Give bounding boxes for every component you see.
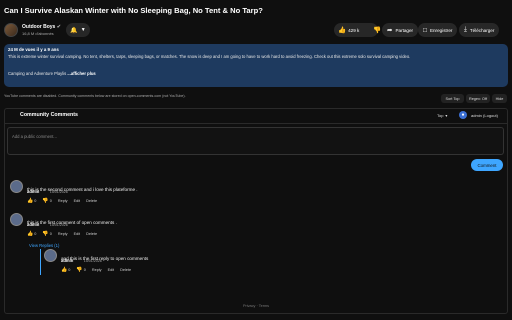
regex-toggle-button[interactable]: Regex: Off	[466, 94, 490, 103]
download-icon: ⤓	[464, 26, 467, 33]
save-label: Enregistrer	[429, 27, 453, 33]
reply-dislike-count: 0	[83, 268, 86, 272]
comment-actions: 👍 0 👎 0 Reply Edit Delete	[27, 198, 97, 204]
comment-dislike-count: 0	[49, 199, 52, 203]
share-icon: ➦	[387, 27, 393, 34]
bookmark-icon: □	[423, 26, 427, 34]
reply-actions: 👍 0 👎 0 Reply Edit Delete	[61, 267, 131, 273]
comment-edit-button[interactable]: Edit	[74, 199, 81, 203]
description-box[interactable]: 24 M de vues il y a 9 ans This is extrem…	[4, 44, 508, 87]
notification-bell-button[interactable]: 🔔 ▼	[66, 23, 90, 37]
thumbs-down-icon: 👎	[76, 267, 83, 273]
download-button[interactable]: ⤓ Télécharger	[459, 23, 500, 37]
comments-disabled-notice: YouTube comments are disabled. Community…	[4, 94, 186, 98]
download-label: Télécharger	[469, 27, 495, 33]
comment-dislike-count: 0	[49, 232, 52, 236]
comment-like-button[interactable]: 👍 0	[27, 198, 36, 204]
comment-sort-select[interactable]: Top ▼	[437, 113, 448, 118]
reply-dislike-button[interactable]: 👎 0	[76, 267, 85, 273]
reply-edit-button[interactable]: Edit	[108, 268, 115, 272]
reply-reply-button[interactable]: Reply	[92, 268, 102, 272]
comment-item: admin 15/01/2026 this is the second comm…	[10, 180, 490, 208]
comment-reply-button[interactable]: Reply	[58, 199, 68, 203]
thumbs-up-icon: 👍	[27, 231, 34, 237]
logout-link[interactable]: (Logout)	[483, 113, 498, 118]
submit-comment-button[interactable]: Comment	[471, 159, 503, 171]
comment-avatar	[10, 213, 23, 226]
current-user-name: admin	[471, 113, 482, 118]
comment-like-count: 0	[34, 199, 37, 203]
channel-row: Outdoor Boys ✔ 16,8 M d'abonnés 🔔 ▼ 👍 42…	[4, 22, 508, 40]
share-label: Partager	[395, 27, 414, 33]
comment-avatar	[10, 180, 23, 193]
reply-avatar	[44, 249, 57, 262]
share-button[interactable]: ➦ Partager	[382, 23, 419, 37]
hide-button[interactable]: Hide	[492, 94, 507, 103]
comment-actions: 👍 0 👎 0 Reply Edit Delete	[27, 231, 97, 237]
like-dislike-group: 👍 429 k 👎	[334, 23, 382, 37]
community-comments-title: Community Comments	[20, 112, 78, 118]
save-button[interactable]: □ Enregistrer	[418, 23, 458, 37]
like-count: 429 k	[348, 27, 360, 33]
comment-sort-value: Top	[437, 113, 444, 118]
description-text: This is extreme winter survival camping.…	[8, 54, 411, 59]
footer-links[interactable]: Privacy · Terms	[0, 304, 512, 308]
chevron-down-icon: ▼	[444, 114, 449, 118]
comment-like-count: 0	[34, 232, 37, 236]
comment-input[interactable]: Add a public comment...	[7, 127, 504, 155]
sort-button[interactable]: Sort Top	[441, 94, 464, 103]
reply-like-count: 0	[68, 268, 71, 272]
thumbs-down-icon: 👎	[373, 27, 382, 34]
description-tags: Camping and Adventure Playlis ...affiche…	[8, 71, 96, 76]
like-button[interactable]: 👍 429 k	[334, 23, 363, 37]
comment-dislike-button[interactable]: 👎 0	[42, 198, 51, 204]
comment-item: admin 15/01/2026 this is the first comme…	[10, 213, 490, 241]
current-user: admin (Logout)	[471, 113, 498, 118]
subscriber-count: 16,8 M d'abonnés	[22, 31, 54, 36]
comment-like-button[interactable]: 👍 0	[27, 231, 36, 237]
reply-delete-button[interactable]: Delete	[120, 268, 131, 272]
comment-delete-button[interactable]: Delete	[86, 199, 97, 203]
comment-reply-button[interactable]: Reply	[58, 232, 68, 236]
thumbs-down-icon: 👎	[42, 231, 49, 237]
bell-icon: 🔔	[70, 27, 78, 34]
user-avatar-icon: ●	[459, 111, 467, 119]
thumbs-down-icon: 👎	[42, 198, 49, 204]
check-circle-icon: ✔	[56, 24, 61, 30]
reply-text: and this is the first reply to open comm…	[61, 256, 149, 261]
video-title: Can I Survive Alaskan Winter with No Sle…	[4, 6, 263, 15]
comment-delete-button[interactable]: Delete	[86, 232, 97, 236]
thumbs-up-icon: 👍	[27, 198, 34, 204]
playlist-link[interactable]: Camping and Adventure Playlis	[8, 71, 66, 76]
channel-avatar[interactable]	[4, 23, 18, 37]
panel-divider	[4, 123, 508, 124]
channel-name-row[interactable]: Outdoor Boys ✔	[22, 24, 61, 30]
comment-edit-button[interactable]: Edit	[74, 232, 81, 236]
view-count-date: 24 M de vues il y a 9 ans	[8, 47, 59, 52]
reply-item: admin 15/01/2026 and this is the first r…	[44, 249, 484, 277]
comment-text: this is the first comment of open commen…	[27, 220, 117, 225]
reply-thread-line	[40, 249, 41, 275]
thumbs-up-icon: 👍	[338, 27, 347, 34]
channel-name[interactable]: Outdoor Boys	[22, 24, 55, 30]
thumbs-up-icon: 👍	[61, 267, 68, 273]
chevron-down-icon: ▼	[80, 27, 86, 33]
comment-dislike-button[interactable]: 👎 0	[42, 231, 51, 237]
view-replies-toggle[interactable]: View Replies (1)	[29, 243, 59, 248]
comment-text: this is the second comment and i love th…	[27, 187, 138, 192]
show-more-link[interactable]: ...afficher plus	[67, 71, 95, 76]
reply-like-button[interactable]: 👍 0	[61, 267, 70, 273]
